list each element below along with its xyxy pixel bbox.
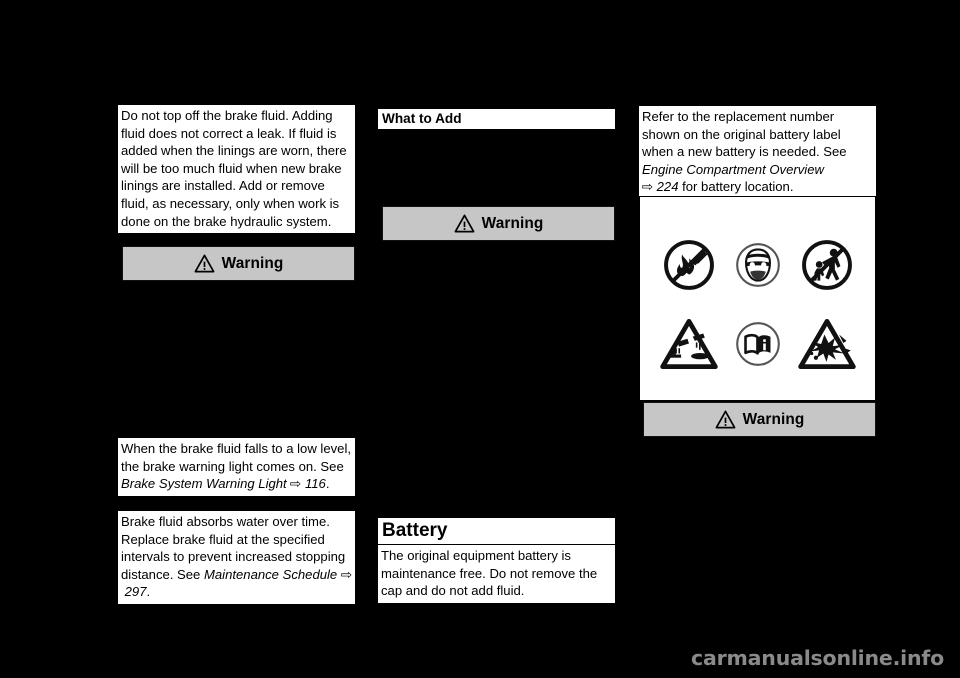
site-watermark: carmanualsonline.info	[691, 646, 944, 670]
maintenance-schedule-reference: Maintenance Schedule	[203, 566, 338, 582]
maintenance-schedule-page: 297	[124, 584, 147, 600]
battery-heading: Battery	[382, 520, 448, 541]
warning-callout-mid: Warning	[382, 206, 615, 241]
battery-acid-corrosive-icon	[658, 315, 720, 373]
page-reference-arrow-icon: ⇨	[340, 566, 353, 582]
battery-replacement-note-block: Refer to the replacement number shown on…	[639, 106, 876, 199]
explosive-gas-icon	[796, 315, 858, 373]
low-level-note-text: When the brake fluid falls to a low leve…	[121, 441, 351, 474]
no-flames-sparks-smoking-icon	[658, 236, 720, 294]
brake-warning-light-reference: Brake System Warning Light	[121, 476, 287, 492]
battery-note-text: The original equipment battery is mainte…	[381, 548, 598, 599]
warning-label-left: Warning	[221, 254, 284, 272]
eye-protection-icon	[727, 236, 789, 294]
manual-page: Do not top off the brake fluid. Adding f…	[0, 0, 960, 678]
brake-fluid-note-text: Do not top off the brake fluid. Adding f…	[121, 108, 347, 229]
what-to-add-heading: What to Add	[382, 111, 462, 126]
warning-triangle-icon	[194, 254, 215, 273]
battery-heading-bar: Battery	[378, 518, 615, 544]
warning-callout-right: Warning	[643, 402, 876, 437]
warning-triangle-icon	[715, 410, 736, 429]
read-manual-icon	[727, 315, 789, 373]
warning-label-mid: Warning	[481, 214, 544, 232]
page-reference-arrow-icon: ⇨	[290, 476, 302, 492]
keep-children-away-icon	[796, 236, 858, 294]
replacement-note-end: for battery location.	[678, 179, 794, 195]
engine-compartment-overview-reference: Engine Compartment Overview	[642, 161, 824, 177]
battery-warning-symbols-figure	[639, 196, 876, 401]
low-brake-fluid-note-block: When the brake fluid falls to a low leve…	[118, 438, 355, 496]
warning-label-right: Warning	[742, 410, 805, 428]
warning-callout-left: Warning	[122, 246, 355, 281]
low-level-note-end: .	[325, 476, 330, 492]
brake-fluid-note-block: Do not top off the brake fluid. Adding f…	[118, 105, 355, 234]
brake-fluid-water-note-block: Brake fluid absorbs water over time. Rep…	[118, 511, 355, 604]
battery-note-block: The original equipment battery is mainte…	[378, 545, 615, 603]
warning-triangle-icon	[454, 214, 475, 233]
absorbs-water-end: .	[146, 584, 151, 600]
what-to-add-heading-bar: What to Add	[378, 109, 615, 129]
engine-compartment-page: 224	[656, 179, 679, 195]
brake-warning-light-page: 116	[304, 476, 326, 492]
replacement-note-text: Refer to the replacement number shown on…	[642, 109, 847, 160]
page-reference-arrow-icon: ⇨	[641, 179, 654, 195]
